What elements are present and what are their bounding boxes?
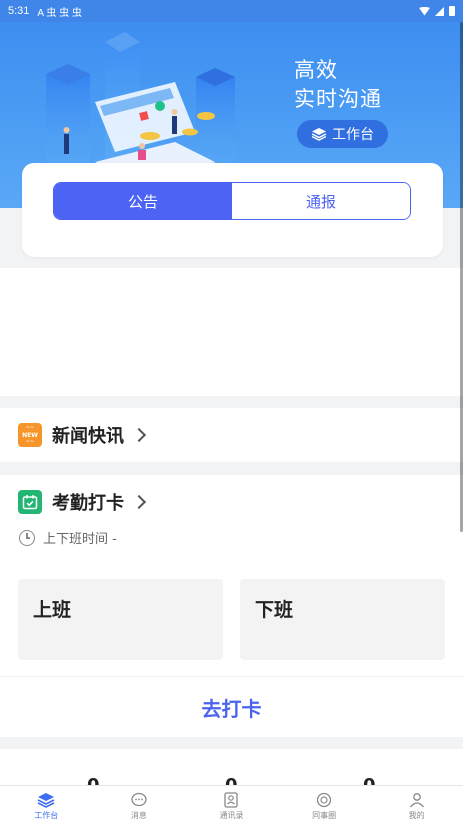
news-row[interactable]: ~~ NEW ~~ 新闻快讯 [0, 408, 463, 462]
tab-switcher: 公告 通报 [53, 182, 411, 220]
chat-bubble-icon [131, 792, 147, 807]
chevron-right-icon [131, 494, 147, 510]
workbench-badge[interactable]: 工作台 [297, 120, 388, 148]
tab-bulletin[interactable]: 通报 [232, 183, 410, 219]
nav-item-moments[interactable]: 同事圈 [278, 786, 371, 824]
nav-label: 同事圈 [312, 811, 337, 820]
clock-icon [19, 529, 35, 546]
news-icon: ~~ NEW ~~ [18, 423, 42, 447]
moments-icon [316, 792, 332, 808]
news-icon-text: NEW [22, 431, 38, 439]
signal-icon [435, 6, 444, 16]
work-time-row: 上下班时间 - [19, 528, 117, 547]
clock-off-card: 下班 [240, 579, 445, 660]
battery-icon [449, 6, 455, 16]
attendance-header[interactable]: 考勤打卡 [18, 489, 147, 515]
notification-icons: A 虫 虫 虫 [37, 7, 82, 19]
nav-label: 我的 [408, 811, 425, 820]
attendance-title: 考勤打卡 [52, 493, 124, 514]
announcement-content [0, 268, 463, 396]
wifi-icon [419, 6, 430, 16]
tab-announcement[interactable]: 公告 [54, 183, 232, 219]
slogan-line-1: 高效 [294, 58, 338, 82]
status-indicators [419, 6, 455, 16]
contacts-icon [224, 792, 239, 808]
attendance-section: 考勤打卡 上下班时间 - 上班 下班 去打卡 [0, 475, 463, 737]
nav-label: 消息 [130, 811, 147, 820]
work-time-label: 上下班时间 - [43, 532, 117, 547]
nav-item-contacts[interactable]: 通讯录 [185, 786, 278, 824]
chevron-right-icon [131, 427, 147, 443]
banner-slogan: 高效 实时沟通 [294, 56, 382, 114]
bottom-nav: 工作台 消息 通讯录 同事圈 我的 [0, 785, 463, 824]
clock-on-card: 上班 [18, 579, 223, 660]
slogan-line-2: 实时沟通 [294, 87, 382, 111]
clock-on-label: 上班 [33, 599, 72, 621]
nav-item-messages[interactable]: 消息 [93, 786, 186, 824]
nav-label: 通讯录 [219, 811, 244, 820]
layers-icon [311, 128, 327, 141]
stats-row: 0 0 0 [0, 749, 463, 796]
nav-item-me[interactable]: 我的 [370, 786, 463, 824]
clock-off-label: 下班 [255, 599, 294, 621]
layers-icon [37, 793, 55, 808]
clock-in-button[interactable]: 去打卡 [0, 677, 463, 737]
nav-label: 工作台 [34, 811, 59, 820]
status-bar: 5:31 A 虫 虫 虫 [0, 0, 463, 22]
status-time: 5:31 [8, 5, 30, 17]
nav-item-workbench[interactable]: 工作台 [0, 786, 93, 824]
user-icon [409, 793, 424, 808]
calendar-check-icon [18, 490, 42, 514]
announcement-card: 公告 通报 [22, 163, 443, 257]
news-title: 新闻快讯 [52, 426, 124, 447]
workbench-label: 工作台 [332, 127, 374, 143]
